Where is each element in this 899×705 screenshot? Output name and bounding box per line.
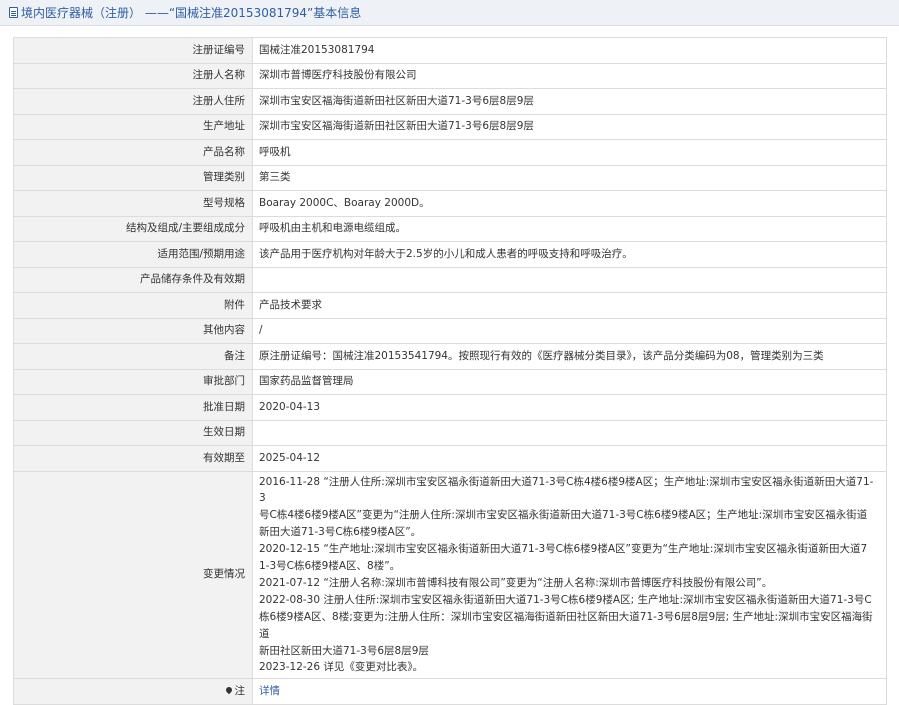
change-line: 1-3号C栋6楼9楼A区、8楼”。 (259, 560, 401, 573)
table-row: 注册证编号 国械注准20153081794 (13, 37, 887, 64)
table-row: 有效期至 2025-04-12 (13, 445, 887, 472)
row-label: 生产地址 (13, 113, 253, 140)
change-line: 2022-08-30 注册人住所:深圳市宝安区福永街道新田大道71-3号C栋6楼… (259, 593, 872, 606)
table-row: 审批部门 国家药品监督管理局 (13, 368, 887, 395)
table-row: 注册人名称 深圳市普博医疗科技股份有限公司 (13, 62, 887, 89)
row-label: 产品储存条件及有效期 (13, 266, 253, 293)
row-value: 国家药品监督管理局 (252, 368, 887, 395)
change-line: 2021-07-12 “注册人名称:深圳市普博科技有限公司”变更为“注册人名称:… (259, 576, 773, 589)
table-row: 生效日期 (13, 419, 887, 446)
row-value: 深圳市宝安区福海街道新田社区新田大道71-3号6层8层9层 (252, 88, 887, 115)
row-label: 审批部门 (13, 368, 253, 395)
change-line: 2020-12-15 “生产地址:深圳市宝安区福永街道新田大道71-3号C栋6楼… (259, 543, 868, 556)
change-line: 2023-12-26 详见《变更对比表》。 (259, 661, 424, 674)
change-line: 号C栋4楼6楼9楼A区”变更为“注册人住所:深圳市宝安区福永街道新田大道71-3… (259, 509, 868, 522)
row-value: 呼吸机由主机和电源电缆组成。 (252, 215, 887, 242)
row-label: 其他内容 (13, 317, 253, 344)
table-row: 附件 产品技术要求 (13, 292, 887, 319)
row-label: 有效期至 (13, 445, 253, 472)
table-row: 注册人住所 深圳市宝安区福海街道新田社区新田大道71-3号6层8层9层 (13, 88, 887, 115)
row-label: 型号规格 (13, 190, 253, 217)
table-row: 产品储存条件及有效期 (13, 266, 887, 293)
row-value: 产品技术要求 (252, 292, 887, 319)
row-label: 注 (234, 685, 246, 698)
change-line: 2016-11-28 “注册人住所:深圳市宝安区福永街道新田大道71-3号C栋4… (259, 475, 874, 505)
change-line: 新田社区新田大道71-3号6层8层9层 (259, 644, 429, 657)
row-value: 深圳市普博医疗科技股份有限公司 (252, 62, 887, 89)
change-history: 2016-11-28 “注册人住所:深圳市宝安区福永街道新田大道71-3号C栋4… (252, 470, 887, 680)
row-value: 国械注准20153081794 (252, 37, 887, 64)
row-label: 注册人住所 (13, 88, 253, 115)
row-value: / (252, 317, 887, 344)
table-row: 其他内容 / (13, 317, 887, 344)
table-row: 生产地址 深圳市宝安区福海街道新田社区新田大道71-3号6层8层9层 (13, 113, 887, 140)
device-info-table: 注册证编号 国械注准20153081794 注册人名称 深圳市普博医疗科技股份有… (13, 37, 887, 705)
row-label: 管理类别 (13, 164, 253, 191)
row-label: 生效日期 (13, 419, 253, 446)
document-icon (9, 7, 18, 18)
row-label: 批准日期 (13, 394, 253, 421)
row-value (252, 419, 887, 446)
table-row: 结构及组成/主要组成成分 呼吸机由主机和电源电缆组成。 (13, 215, 887, 242)
table-row: 管理类别 第三类 (13, 164, 887, 191)
row-value: 第三类 (252, 164, 887, 191)
page-title: 境内医疗器械（注册） ——“国械注准20153081794”基本信息 (21, 6, 362, 20)
page-header: 境内医疗器械（注册） ——“国械注准20153081794”基本信息 (0, 0, 899, 26)
row-label: 备注 (13, 343, 253, 370)
change-history-row: 变更情况 2016-11-28 “注册人住所:深圳市宝安区福永街道新田大道71-… (13, 470, 887, 680)
row-label: 注册证编号 (13, 37, 253, 64)
row-label: 附件 (13, 292, 253, 319)
row-value: 原注册证编号：国械注准20153541794。按照现行有效的《医疗器械分类目录》… (252, 343, 887, 370)
table-row: 备注 原注册证编号：国械注准20153541794。按照现行有效的《医疗器械分类… (13, 343, 887, 370)
details-link[interactable]: 详情 (259, 685, 280, 697)
row-label: 变更情况 (13, 470, 253, 680)
row-value: Boaray 2000C、Boaray 2000D。 (252, 190, 887, 217)
row-value: 该产品用于医疗机构对年龄大于2.5岁的小儿和成人患者的呼吸支持和呼吸治疗。 (252, 241, 887, 268)
table-row: 批准日期 2020-04-13 (13, 394, 887, 421)
table-row: 产品名称 呼吸机 (13, 139, 887, 166)
pin-icon (224, 685, 233, 695)
table-row: 型号规格 Boaray 2000C、Boaray 2000D。 (13, 190, 887, 217)
row-label: 注册人名称 (13, 62, 253, 89)
row-value: 呼吸机 (252, 139, 887, 166)
row-value: 深圳市宝安区福海街道新田社区新田大道71-3号6层8层9层 (252, 113, 887, 140)
row-label: 产品名称 (13, 139, 253, 166)
row-label: 结构及组成/主要组成成分 (13, 215, 253, 242)
table-row: 适用范围/预期用途 该产品用于医疗机构对年龄大于2.5岁的小儿和成人患者的呼吸支… (13, 241, 887, 268)
row-value: 2020-04-13 (252, 394, 887, 421)
change-line: 栋6楼9楼A区、8楼;变更为:注册人住所：深圳市宝安区福海街道新田社区新田大道7… (259, 610, 873, 640)
change-line: 新田大道71-3号C栋6楼9楼A区”。 (259, 526, 422, 539)
row-label: 适用范围/预期用途 (13, 241, 253, 268)
row-value (252, 266, 887, 293)
row-value: 2025-04-12 (252, 445, 887, 472)
